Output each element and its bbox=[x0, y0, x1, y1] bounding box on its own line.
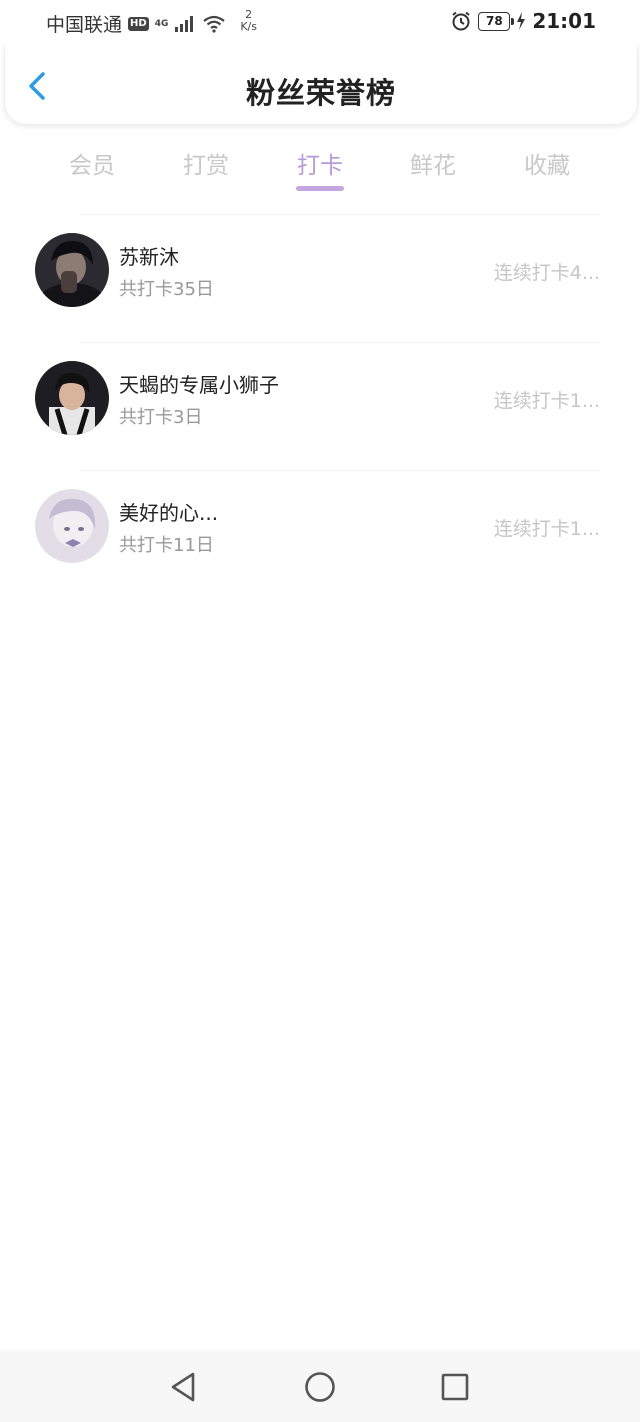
active-tab-indicator bbox=[296, 186, 344, 191]
tab-checkin[interactable]: 打卡 bbox=[270, 146, 370, 180]
avatar[interactable] bbox=[35, 361, 109, 435]
nav-home-button[interactable] bbox=[303, 1370, 337, 1404]
signal-icon bbox=[175, 15, 194, 32]
nav-recents-button[interactable] bbox=[438, 1370, 472, 1404]
avatar[interactable] bbox=[35, 489, 109, 563]
fan-name: 苏新沐 bbox=[119, 245, 179, 269]
battery-icon: 78 bbox=[478, 11, 515, 31]
clock: 21:01 bbox=[532, 9, 596, 33]
tab-membership[interactable]: 会员 bbox=[42, 146, 142, 180]
hd-badge: HD bbox=[128, 16, 149, 31]
page-title: 粉丝荣誉榜 bbox=[245, 76, 396, 110]
network-speed: 2 K/s bbox=[240, 7, 257, 33]
charging-icon bbox=[517, 12, 526, 30]
back-triangle-icon bbox=[171, 1372, 195, 1402]
list-item[interactable]: 天蝎的专属小狮子 共打卡3日 连续打卡1... bbox=[0, 341, 640, 469]
tab-flowers[interactable]: 鲜花 bbox=[383, 146, 483, 180]
carrier-label: 中国联通 bbox=[46, 14, 123, 36]
fan-name: 美好的心... bbox=[119, 501, 219, 525]
avatar[interactable] bbox=[35, 233, 109, 307]
streak-label: 连续打卡1... bbox=[493, 518, 600, 540]
recents-square-icon bbox=[441, 1373, 469, 1401]
list-item[interactable]: 苏新沐 共打卡35日 连续打卡4... bbox=[0, 213, 640, 341]
status-right: 78 21:01 bbox=[450, 9, 596, 33]
total-checkins: 共打卡11日 bbox=[119, 535, 214, 556]
nav-back-button[interactable] bbox=[166, 1370, 200, 1404]
status-bar: 中国联通 HD 4G 2 K/s 78 21:01 bbox=[0, 0, 640, 44]
tab-bar: 会员 打赏 打卡 鲜花 收藏 bbox=[0, 140, 640, 196]
list-item[interactable]: 美好的心... 共打卡11日 连续打卡1... bbox=[0, 469, 640, 597]
network-label: 4G bbox=[154, 18, 169, 29]
streak-label: 连续打卡1... bbox=[493, 390, 600, 412]
total-checkins: 共打卡3日 bbox=[119, 407, 203, 428]
streak-label: 连续打卡4... bbox=[493, 262, 600, 284]
wifi-icon bbox=[203, 15, 226, 33]
total-checkins: 共打卡35日 bbox=[119, 279, 214, 300]
alarm-icon bbox=[452, 11, 470, 31]
speed-value: 2 bbox=[245, 7, 253, 21]
speed-unit: K/s bbox=[240, 19, 257, 33]
tab-tips[interactable]: 打赏 bbox=[156, 146, 256, 180]
fan-name: 天蝎的专属小狮子 bbox=[119, 373, 279, 397]
status-left: 中国联通 HD 4G 2 K/s bbox=[46, 7, 257, 37]
header: 粉丝荣誉榜 bbox=[4, 46, 638, 125]
system-nav-bar bbox=[0, 1350, 640, 1422]
home-circle-icon bbox=[305, 1372, 335, 1402]
tab-favorites[interactable]: 收藏 bbox=[497, 146, 597, 180]
